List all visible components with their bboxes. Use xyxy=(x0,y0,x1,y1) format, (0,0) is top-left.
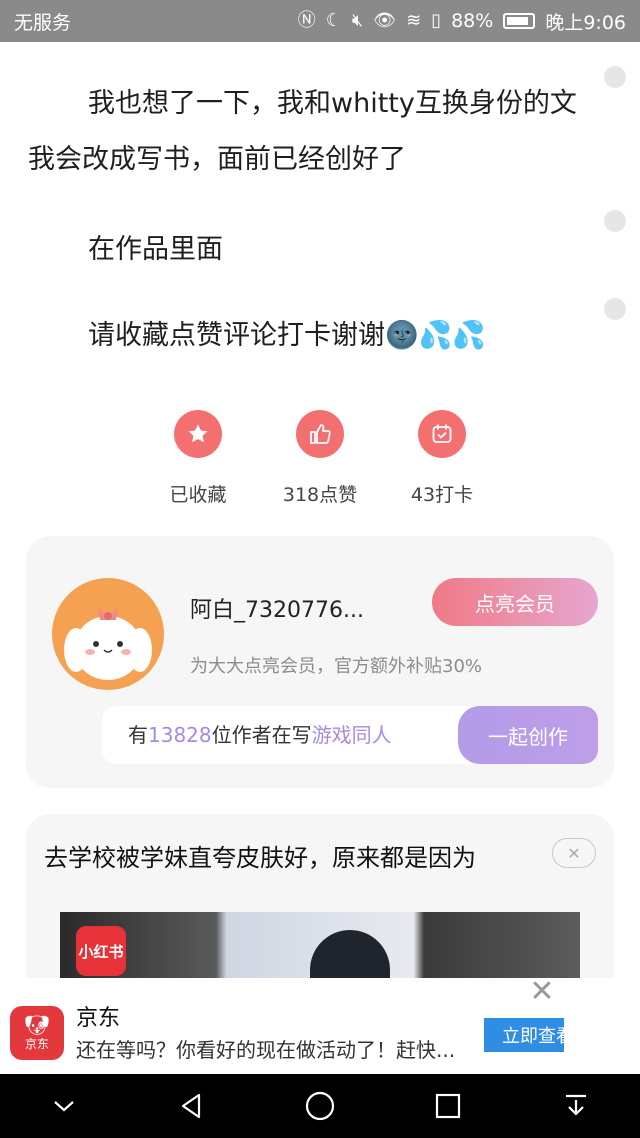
jd-logo: 🐶︎ 京东 xyxy=(10,1006,64,1060)
bottom-ad-banner[interactable]: ✕ 🐶︎ 京东 京东 还在等吗？你看好的现在做活动了！赶快... 立即查看 xyxy=(0,977,640,1074)
article-paragraph-3: 请收藏点赞评论打卡谢谢🌚💦💦 xyxy=(88,320,486,351)
ad-person-image xyxy=(310,930,390,978)
emoji-icon: 🌚💦💦 xyxy=(385,320,486,351)
recents-icon[interactable] xyxy=(418,1076,478,1136)
calendar-check-icon xyxy=(418,410,466,458)
status-icons: Ⓝ ☾ 🔇︎ 👁︎ ≋ ▯ 88% 晚上9:06 xyxy=(298,8,626,35)
notification-pull-icon[interactable] xyxy=(546,1076,606,1136)
wifi-icon: ≋ xyxy=(406,10,422,31)
close-icon[interactable]: ✕ xyxy=(528,977,556,1007)
comment-marker-icon[interactable] xyxy=(604,210,626,232)
battery-icon xyxy=(503,13,536,29)
favorite-button[interactable]: 已收藏 xyxy=(138,410,258,507)
checkin-button[interactable]: 43打卡 xyxy=(382,410,502,507)
eye-icon: 👁︎ xyxy=(373,10,397,31)
status-bar: 无服务 Ⓝ ☾ 🔇︎ 👁︎ ≋ ▯ 88% 晚上9:06 xyxy=(0,0,640,42)
ad-description: 还在等吗？你看好的现在做活动了！赶快... xyxy=(76,1038,456,1062)
comment-marker-icon[interactable] xyxy=(604,298,626,320)
battery-percent: 88% xyxy=(451,10,494,32)
article-paragraph-2: 在作品里面 xyxy=(88,234,223,265)
avatar[interactable] xyxy=(52,578,164,690)
mute-icon: 🔇︎ xyxy=(351,10,364,31)
clock: 晚上9:06 xyxy=(545,11,626,34)
back-icon[interactable] xyxy=(162,1076,222,1136)
writer-promo-text: 有13828位作者在写游戏同人 xyxy=(128,723,392,747)
system-nav-bar xyxy=(0,1074,640,1138)
reader-content[interactable]: 我也想了一下，我和whitty互换身份的文我会改成写书，面前已经创好了 在作品里… xyxy=(0,42,640,978)
create-together-button[interactable]: 一起创作 xyxy=(458,706,598,764)
author-username[interactable]: 阿白_7320776... xyxy=(190,592,364,624)
like-button[interactable]: 318点赞 xyxy=(260,410,380,507)
author-card: 阿白_7320776... 点亮会员 为大大点亮会员，官方额外补贴30% 有13… xyxy=(26,536,614,788)
view-now-button[interactable]: 立即查看 xyxy=(484,1018,564,1052)
ad-card[interactable]: 去学校被学妹直夸皮肤好，原来都是因为 ✕ 小红书 xyxy=(26,814,614,978)
article-paragraph-1: 我也想了一下，我和whitty互换身份的文我会改成写书，面前已经创好了 xyxy=(28,88,577,175)
carrier-label: 无服务 xyxy=(14,11,72,34)
star-icon xyxy=(174,410,222,458)
vip-button[interactable]: 点亮会员 xyxy=(432,578,598,626)
vip-subline: 为大大点亮会员，官方额外补贴30% xyxy=(190,656,483,677)
jd-dog-icon: 🐶︎ xyxy=(24,1012,50,1037)
moon-icon: ☾ xyxy=(325,10,342,31)
ad-brand-name: 京东 xyxy=(76,1006,121,1031)
comment-marker-icon[interactable] xyxy=(604,66,626,88)
home-icon[interactable] xyxy=(290,1076,350,1136)
action-bar: 已收藏 318点赞 43打卡 xyxy=(0,410,640,520)
xiaohongshu-logo: 小红书 xyxy=(76,926,126,976)
sim-alert-icon: ▯ xyxy=(431,10,442,31)
close-icon[interactable]: ✕ xyxy=(552,838,596,868)
ad-title[interactable]: 去学校被学妹直夸皮肤好，原来都是因为 xyxy=(44,838,476,873)
nfc-icon: Ⓝ xyxy=(297,10,316,31)
writer-promo[interactable]: 有13828位作者在写游戏同人 一起创作 xyxy=(102,706,598,764)
ad-image[interactable]: 小红书 xyxy=(60,912,580,978)
thumbs-up-icon xyxy=(296,410,344,458)
chevron-down-icon[interactable] xyxy=(34,1076,94,1136)
